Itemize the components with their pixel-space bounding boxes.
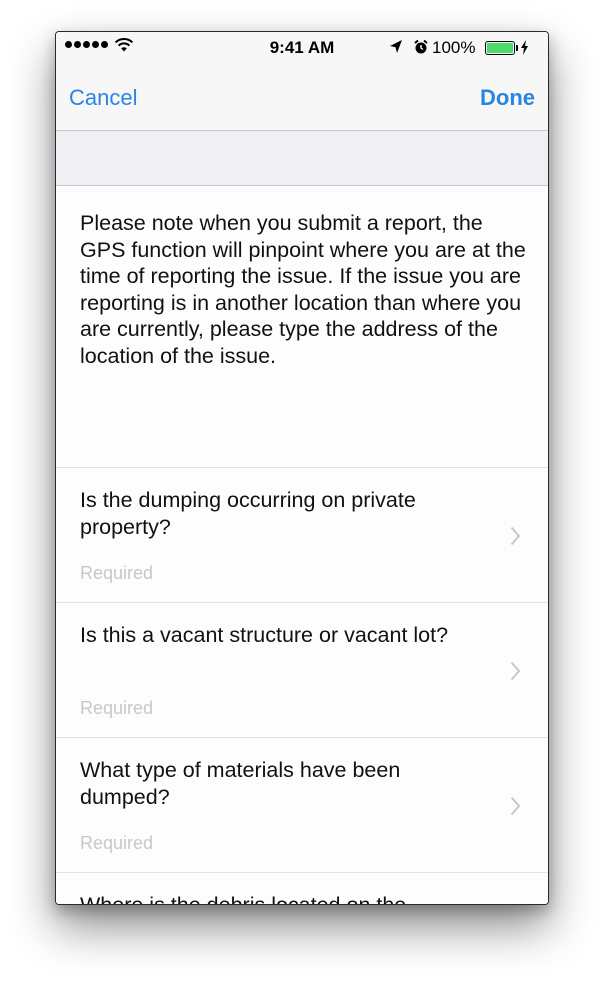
chevron-right-icon	[510, 526, 521, 546]
status-bar: 9:41 AM 100%	[56, 32, 548, 65]
battery-percent: 100%	[432, 38, 476, 57]
question-row-private-property[interactable]: Is the dumping occurring on private prop…	[56, 467, 548, 602]
question-row-materials-type[interactable]: What type of materials have been dumped?…	[56, 737, 548, 872]
chevron-right-icon	[510, 661, 521, 681]
battery-level	[487, 43, 513, 53]
question-title: What type of materials have been dumped?	[80, 758, 401, 809]
battery-tip	[516, 45, 518, 51]
required-hint: Required	[80, 698, 154, 718]
done-button[interactable]: Done	[480, 85, 535, 111]
alarm-icon	[414, 39, 428, 54]
cancel-button[interactable]: Cancel	[69, 85, 137, 111]
location-arrow-icon	[390, 40, 402, 53]
navigation-bar: Cancel Done	[56, 65, 548, 131]
question-title: Where is the debris located on the prope…	[80, 893, 407, 905]
battery-icon	[485, 41, 515, 55]
phone-screen: 9:41 AM 100% Cancel Done Please note whe…	[55, 31, 549, 905]
question-title: Is this a vacant structure or vacant lot…	[80, 623, 449, 647]
gps-notice-text: Please note when you submit a report, th…	[80, 211, 526, 368]
report-form[interactable]: Please note when you submit a report, th…	[56, 187, 548, 904]
section-header-spacer	[56, 131, 548, 186]
required-hint: Required	[80, 833, 154, 853]
question-row-debris-location[interactable]: Where is the debris located on the prope…	[56, 872, 548, 905]
required-hint: Required	[80, 563, 154, 583]
charging-bolt-icon	[521, 40, 528, 55]
question-row-vacant-structure[interactable]: Is this a vacant structure or vacant lot…	[56, 602, 548, 737]
chevron-right-icon	[510, 796, 521, 816]
question-title: Is the dumping occurring on private prop…	[80, 488, 416, 539]
